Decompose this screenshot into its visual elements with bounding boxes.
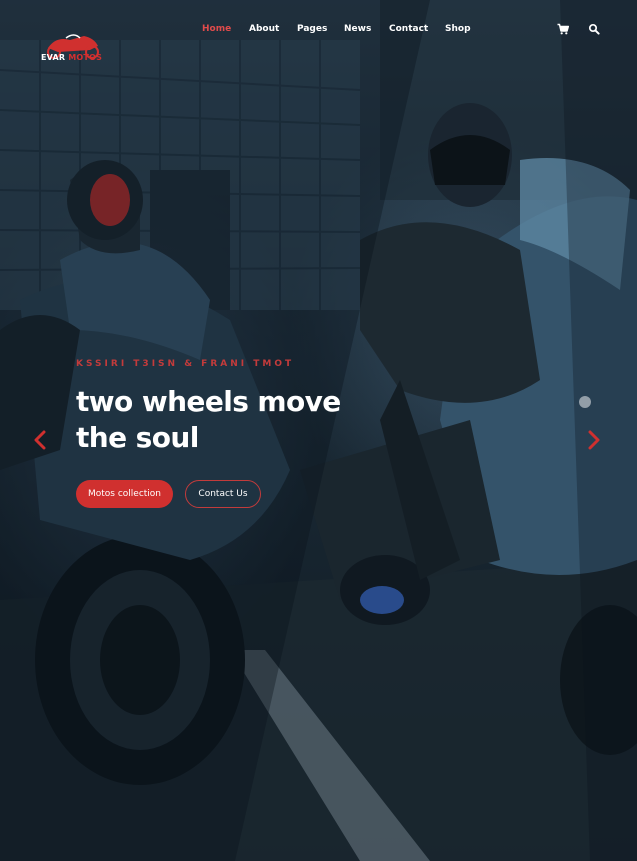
contact-us-button[interactable]: Contact Us [185, 480, 261, 508]
nav-item-contact[interactable]: Contact [389, 24, 428, 34]
cart-icon[interactable] [557, 23, 569, 35]
search-icon[interactable] [588, 23, 600, 35]
nav-item-shop[interactable]: Shop [445, 24, 471, 34]
brand-name-part1: EVAR [41, 53, 66, 62]
hero-slider: EVAR MOTOS Home About Pages News Contact… [0, 0, 637, 861]
brand-name-part2: MOTOS [68, 53, 103, 62]
hero-headline: two wheels move the soul [76, 385, 341, 454]
nav-item-pages[interactable]: Pages [297, 24, 327, 34]
chevron-right-icon[interactable] [587, 430, 601, 450]
motos-collection-button[interactable]: Motos collection [76, 480, 173, 508]
nav-item-news[interactable]: News [344, 24, 371, 34]
hero-eyebrow: KSSIRI T3ISN & FRANI TMOT [76, 359, 295, 369]
chevron-left-icon[interactable] [33, 430, 47, 450]
nav-item-home[interactable]: Home [202, 24, 231, 34]
nav-item-about[interactable]: About [249, 24, 279, 34]
brand-name[interactable]: EVAR MOTOS [41, 53, 102, 62]
